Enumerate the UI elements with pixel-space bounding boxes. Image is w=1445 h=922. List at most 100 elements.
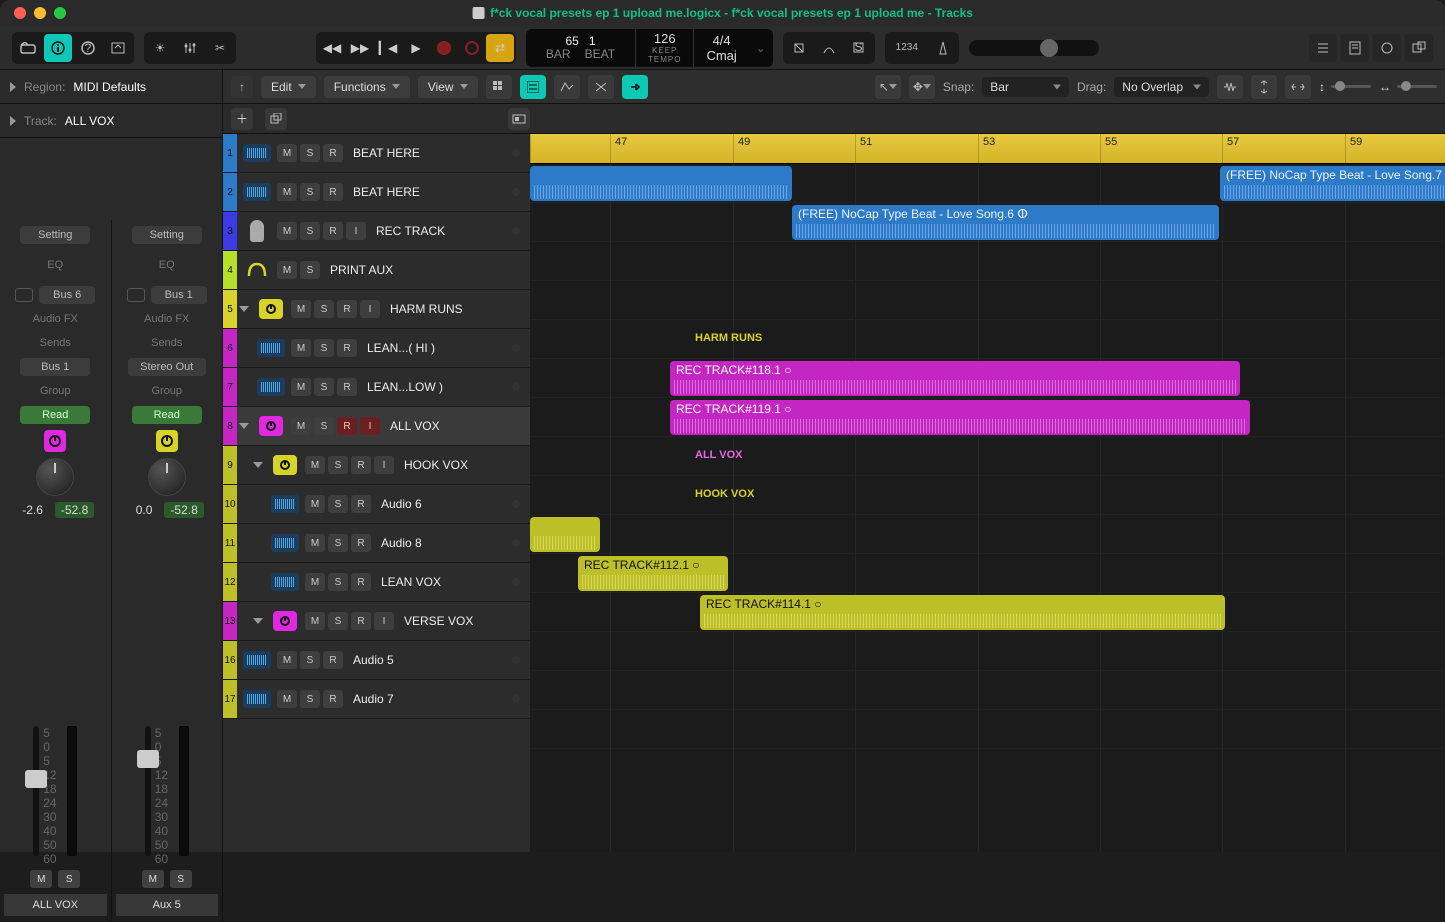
m-button[interactable]: M	[305, 456, 325, 474]
replace-button[interactable]	[785, 34, 813, 62]
r-button[interactable]: R	[337, 378, 357, 396]
s-button[interactable]: S	[328, 495, 348, 513]
vertical-zoom-slider[interactable]: ↕	[1319, 80, 1371, 94]
count-in-button[interactable]: 1234	[887, 34, 927, 62]
s-button[interactable]: S	[328, 573, 348, 591]
s-button[interactable]: S	[314, 378, 334, 396]
s-button[interactable]: S	[314, 417, 334, 435]
record-enable-indicator[interactable]	[512, 539, 520, 547]
functions-menu[interactable]: Functions	[324, 76, 410, 98]
editors-button[interactable]: ✂	[206, 34, 234, 62]
horizontal-auto-zoom[interactable]	[1285, 75, 1311, 99]
track-header[interactable]: 2MSRBEAT HERE	[223, 173, 530, 212]
track-inspector-header[interactable]: Track: ALL VOX	[0, 104, 222, 138]
i-button[interactable]: I	[346, 222, 366, 240]
add-track-button[interactable]: ＋	[231, 108, 253, 130]
rewind-button[interactable]: ◀◀	[318, 34, 346, 62]
record-enable-indicator[interactable]	[512, 656, 520, 664]
i-button[interactable]: I	[374, 612, 394, 630]
disclosure-button[interactable]	[237, 421, 251, 431]
group-slot[interactable]: Group	[11, 382, 99, 400]
disclosure-button[interactable]	[237, 304, 251, 314]
play-button[interactable]: ▶	[402, 34, 430, 62]
snap-select[interactable]: Bar	[982, 77, 1069, 97]
audio-region[interactable]: REC TRACK#112.1 ○	[578, 556, 728, 591]
record-enable-indicator[interactable]	[512, 188, 520, 196]
s-button[interactable]: S	[314, 339, 334, 357]
disclosure-button[interactable]	[251, 460, 265, 470]
sends-label[interactable]: Sends	[11, 334, 99, 352]
region-inspector-header[interactable]: Region: MIDI Defaults	[0, 70, 222, 104]
autopunch-button[interactable]	[815, 34, 843, 62]
record-enable-indicator[interactable]	[512, 695, 520, 703]
list-editors-button[interactable]	[1309, 34, 1337, 62]
view-icon[interactable]	[15, 288, 33, 302]
output-slot[interactable]: Stereo Out	[128, 358, 206, 376]
track-header[interactable]: 3MSRIREC TRACK	[223, 212, 530, 251]
r-button[interactable]: R	[351, 456, 371, 474]
s-button[interactable]: S	[300, 651, 320, 669]
record-enable-indicator[interactable]	[512, 500, 520, 508]
output-slot[interactable]: Bus 1	[20, 358, 90, 376]
m-button[interactable]: M	[305, 612, 325, 630]
edit-menu[interactable]: Edit	[261, 76, 316, 98]
track-header[interactable]: 8MSRIALL VOX	[223, 407, 530, 446]
help-button[interactable]: ?	[74, 34, 102, 62]
input-slot[interactable]: Bus 6	[39, 286, 95, 304]
m-button[interactable]: M	[305, 495, 325, 513]
i-button[interactable]: I	[374, 456, 394, 474]
timeline-ruler[interactable]: 47495153555759	[530, 134, 1445, 164]
m-button[interactable]: M	[291, 300, 311, 318]
track-header[interactable]: 11MSRAudio 8	[223, 524, 530, 563]
track-header[interactable]: 9MSRIHOOK VOX	[223, 446, 530, 485]
flex-button[interactable]	[588, 75, 614, 99]
audio-region[interactable]: REC TRACK#118.1 ○	[670, 361, 1240, 396]
record-enable-indicator[interactable]	[512, 227, 520, 235]
track-header[interactable]: 4MSPRINT AUX	[223, 251, 530, 290]
audio-region[interactable]	[530, 166, 792, 201]
r-button[interactable]: R	[323, 183, 343, 201]
r-button[interactable]: R	[337, 300, 357, 318]
view-menu[interactable]: View	[418, 76, 478, 98]
r-button[interactable]: R	[351, 534, 371, 552]
track-header[interactable]: 16MSRAudio 5	[223, 641, 530, 680]
i-button[interactable]: I	[360, 300, 380, 318]
toolbar-toggle[interactable]	[104, 34, 132, 62]
drag-select[interactable]: No Overlap	[1114, 77, 1209, 97]
audio-region[interactable]: REC TRACK#114.1 ○	[700, 595, 1225, 630]
mute-button[interactable]: M	[142, 870, 164, 888]
input-slot[interactable]: Bus 1	[151, 286, 207, 304]
audio-region[interactable]: REC TRACK#119.1 ○	[670, 400, 1250, 435]
solo-lock-button[interactable]: S	[845, 34, 873, 62]
m-button[interactable]: M	[277, 690, 297, 708]
arrange-area[interactable]: 47495153555759HARM RUNSALL VOXHOOK VOX(F…	[530, 134, 1445, 852]
track-header[interactable]: 17MSRAudio 7	[223, 680, 530, 719]
inspector-button[interactable]	[44, 34, 72, 62]
m-button[interactable]: M	[277, 222, 297, 240]
grid-button[interactable]	[486, 75, 512, 99]
mixer-button[interactable]	[176, 34, 204, 62]
loop-browser-button[interactable]	[1373, 34, 1401, 62]
r-button[interactable]: R	[351, 495, 371, 513]
track-header[interactable]: 5MSRIHARM RUNS	[223, 290, 530, 329]
m-button[interactable]: M	[291, 417, 311, 435]
m-button[interactable]: M	[291, 378, 311, 396]
smart-controls-button[interactable]: ☀	[146, 34, 174, 62]
metronome-button[interactable]	[929, 34, 957, 62]
window-close[interactable]	[14, 7, 26, 19]
setting-button[interactable]: Setting	[132, 226, 202, 244]
audiofx-label[interactable]: Audio FX	[123, 310, 211, 328]
record-enable-indicator[interactable]	[512, 383, 520, 391]
capture-record-button[interactable]	[458, 34, 486, 62]
audiofx-label[interactable]: Audio FX	[11, 310, 99, 328]
m-button[interactable]: M	[277, 144, 297, 162]
r-button[interactable]: R	[351, 612, 371, 630]
r-button[interactable]: R	[323, 144, 343, 162]
record-enable-indicator[interactable]	[512, 344, 520, 352]
solo-button[interactable]: S	[58, 870, 80, 888]
m-button[interactable]: M	[305, 534, 325, 552]
track-header[interactable]: 1MSRBEAT HERE	[223, 134, 530, 173]
automation-mode[interactable]: Read	[132, 406, 202, 424]
s-button[interactable]: S	[328, 456, 348, 474]
master-volume-slider[interactable]	[969, 40, 1099, 56]
